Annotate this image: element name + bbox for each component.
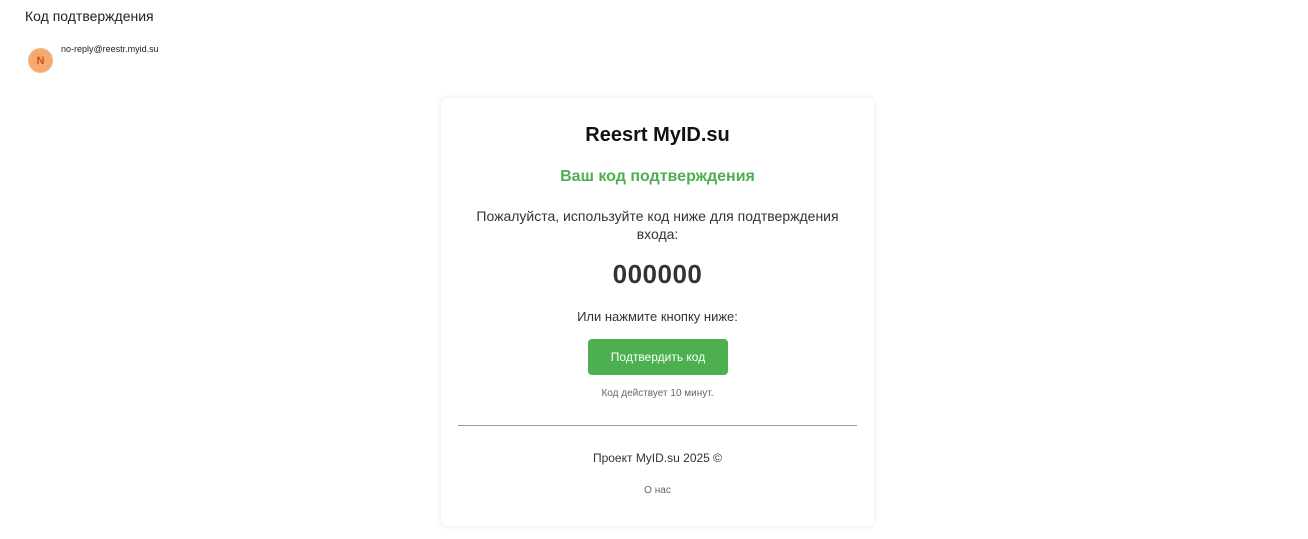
code-validity-note: Код действует 10 минут. xyxy=(601,388,714,399)
email-view: Код подтверждения N no-reply@reestr.myid… xyxy=(0,0,1308,539)
email-subject: Код подтверждения xyxy=(25,8,154,24)
sender-address[interactable]: no-reply@reestr.myid.su xyxy=(61,44,159,54)
avatar-letter: N xyxy=(36,54,45,67)
code-heading: Ваш код подтверждения xyxy=(560,168,755,185)
confirm-code-button[interactable]: Подтвердить код xyxy=(588,339,728,375)
about-link[interactable]: О нас xyxy=(441,485,874,496)
divider xyxy=(458,425,857,426)
brand-title: Reesrt MyID.su xyxy=(585,124,730,146)
email-body-card: Reesrt MyID.su Ваш код подтверждения Пож… xyxy=(441,98,874,526)
footer-copyright: Проект MyID.su 2025 © xyxy=(592,451,723,465)
verification-code: 000000 xyxy=(612,259,703,289)
sender-avatar[interactable]: N xyxy=(28,48,53,73)
or-press-button-text: Или нажмите кнопку ниже: xyxy=(577,309,738,324)
instruction-text: Пожалуйста, используйте код ниже для под… xyxy=(476,208,839,242)
